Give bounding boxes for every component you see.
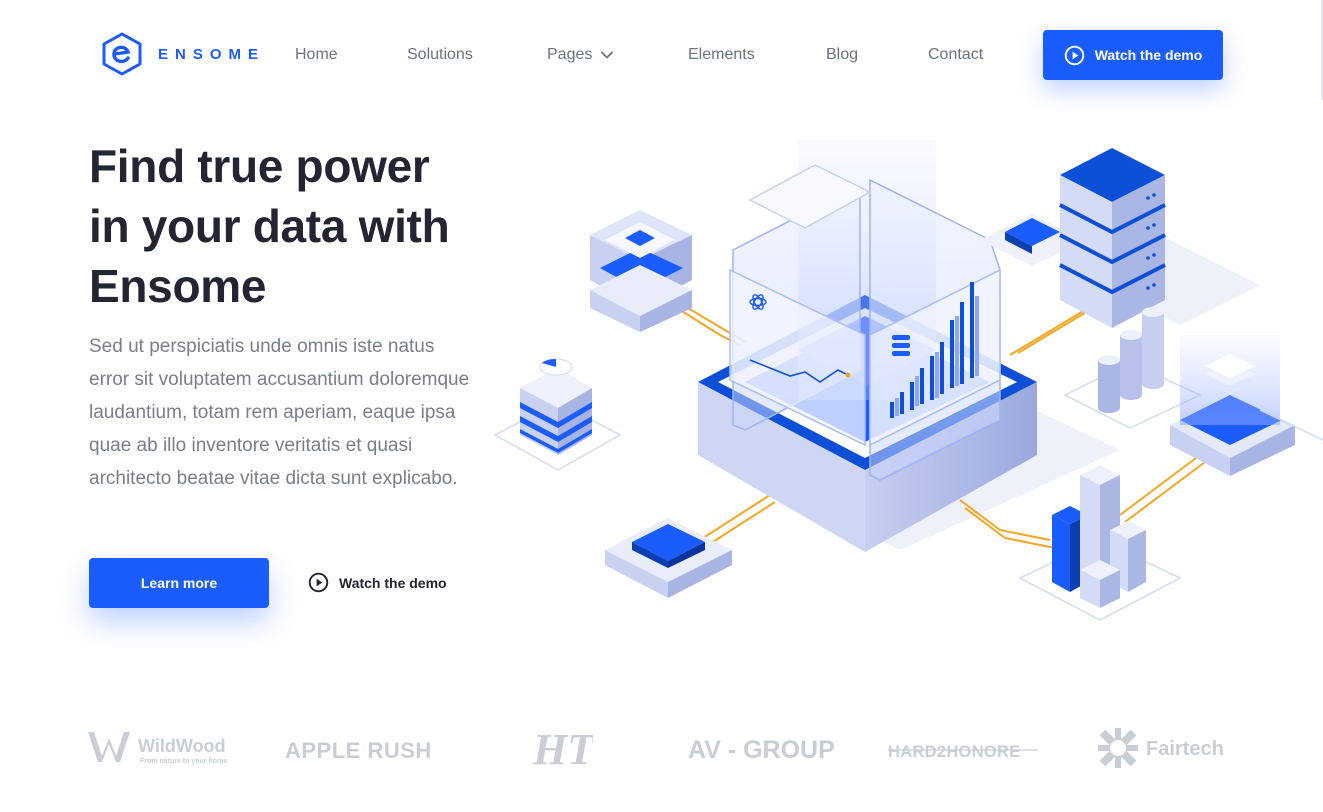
hero-title-line: Ensome (89, 260, 267, 312)
play-circle-icon (308, 572, 329, 593)
logo-e-icon (102, 32, 142, 76)
nav-item-label: Blog (826, 46, 859, 63)
svg-text:Fairtech: Fairtech (1146, 738, 1224, 760)
svg-text:From nature to your home: From nature to your home (140, 758, 227, 765)
top-navigation: ENSOME Home Solutions Pages Elements Blo… (0, 0, 1323, 110)
fairtech-logo: Fairtech (1098, 728, 1224, 768)
brand-logo-av-group: AV - GROUP (688, 718, 838, 778)
wildwood-logo: WildWood From nature to your home (88, 732, 227, 765)
nav-item-elements[interactable]: Elements (688, 46, 755, 64)
nav-item-pages[interactable]: Pages (547, 46, 614, 64)
nav-item-home[interactable]: Home (295, 46, 338, 64)
nav-item-label: Solutions (407, 46, 473, 63)
av-group-logo: AV - GROUP (688, 736, 835, 764)
watch-demo-link[interactable]: Watch the demo (308, 572, 447, 593)
nav-item-label: Contact (928, 46, 984, 63)
svg-text:HARD2HONORE: HARD2HONORE (888, 743, 1021, 761)
brand-logo[interactable]: ENSOME (98, 30, 265, 78)
learn-more-button[interactable]: Learn more (89, 558, 269, 608)
brand-logo-apple-rush: APPLE RUSH (285, 718, 437, 778)
nav-item-solutions[interactable]: Solutions (407, 46, 473, 64)
svg-text:AV - GROUP: AV - GROUP (688, 736, 835, 764)
hero-illustration (493, 140, 1323, 621)
hero-title-line: in your data with (89, 200, 450, 252)
watch-demo-label: Watch the demo (1094, 47, 1203, 63)
brand-logo-fairtech: Fairtech (1092, 718, 1240, 778)
hero-description: Sed ut perspiciatis unde omnis iste natu… (89, 336, 470, 489)
hero-title-line: Find true power (89, 140, 430, 192)
ht-logo: HT (532, 725, 593, 774)
hard2honore-logo: HARD2HONORE (888, 743, 1038, 761)
svg-text:WildWood: WildWood (138, 736, 225, 756)
nav-item-contact[interactable]: Contact (928, 46, 983, 64)
nav-item-label: Pages (547, 46, 593, 63)
brand-logo-ht: HT (528, 718, 593, 778)
svg-text:APPLE RUSH: APPLE RUSH (285, 738, 432, 763)
watch-demo-button-header[interactable]: Watch the demo (1043, 30, 1223, 80)
watch-demo-link-label: Watch the demo (339, 574, 447, 591)
chevron-down-icon (601, 51, 614, 59)
apple-rush-logo: APPLE RUSH (285, 738, 432, 763)
nav-item-label: Home (295, 46, 338, 63)
brand-logo-wildwood: WildWood From nature to your home (88, 718, 233, 778)
brand-logo-hard2honore: HARD2HONORE (888, 718, 1040, 778)
brand-name: ENSOME (158, 45, 266, 63)
play-circle-icon (1064, 45, 1084, 65)
partner-logos: WildWood From nature to your home APPLE … (0, 710, 1323, 790)
svg-text:HT: HT (532, 725, 593, 774)
nav-item-blog[interactable]: Blog (826, 46, 858, 64)
hero-title: Find true power in your data with Ensome (89, 136, 509, 316)
nav-item-label: Elements (688, 46, 755, 63)
